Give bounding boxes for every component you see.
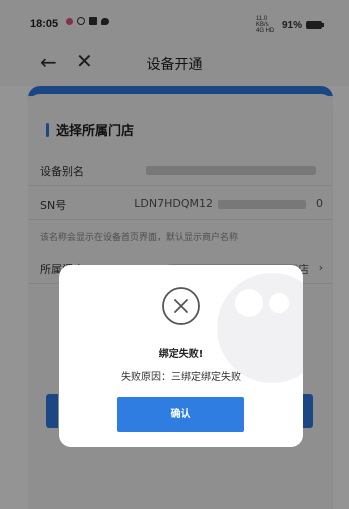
confirm-button[interactable]: 确认 bbox=[117, 397, 244, 432]
dialog-decoration-dot-small bbox=[269, 293, 289, 313]
dialog-decoration-dot bbox=[235, 289, 263, 317]
dialog-title: 绑定失败! bbox=[158, 349, 204, 360]
error-x-icon bbox=[162, 287, 200, 325]
dialog-decoration bbox=[217, 273, 303, 383]
bind-failed-dialog: 绑定失败! 失败原因：三绑定绑定失败 确认 bbox=[59, 265, 303, 447]
dialog-message: 失败原因：三绑定绑定失败 bbox=[121, 372, 241, 383]
